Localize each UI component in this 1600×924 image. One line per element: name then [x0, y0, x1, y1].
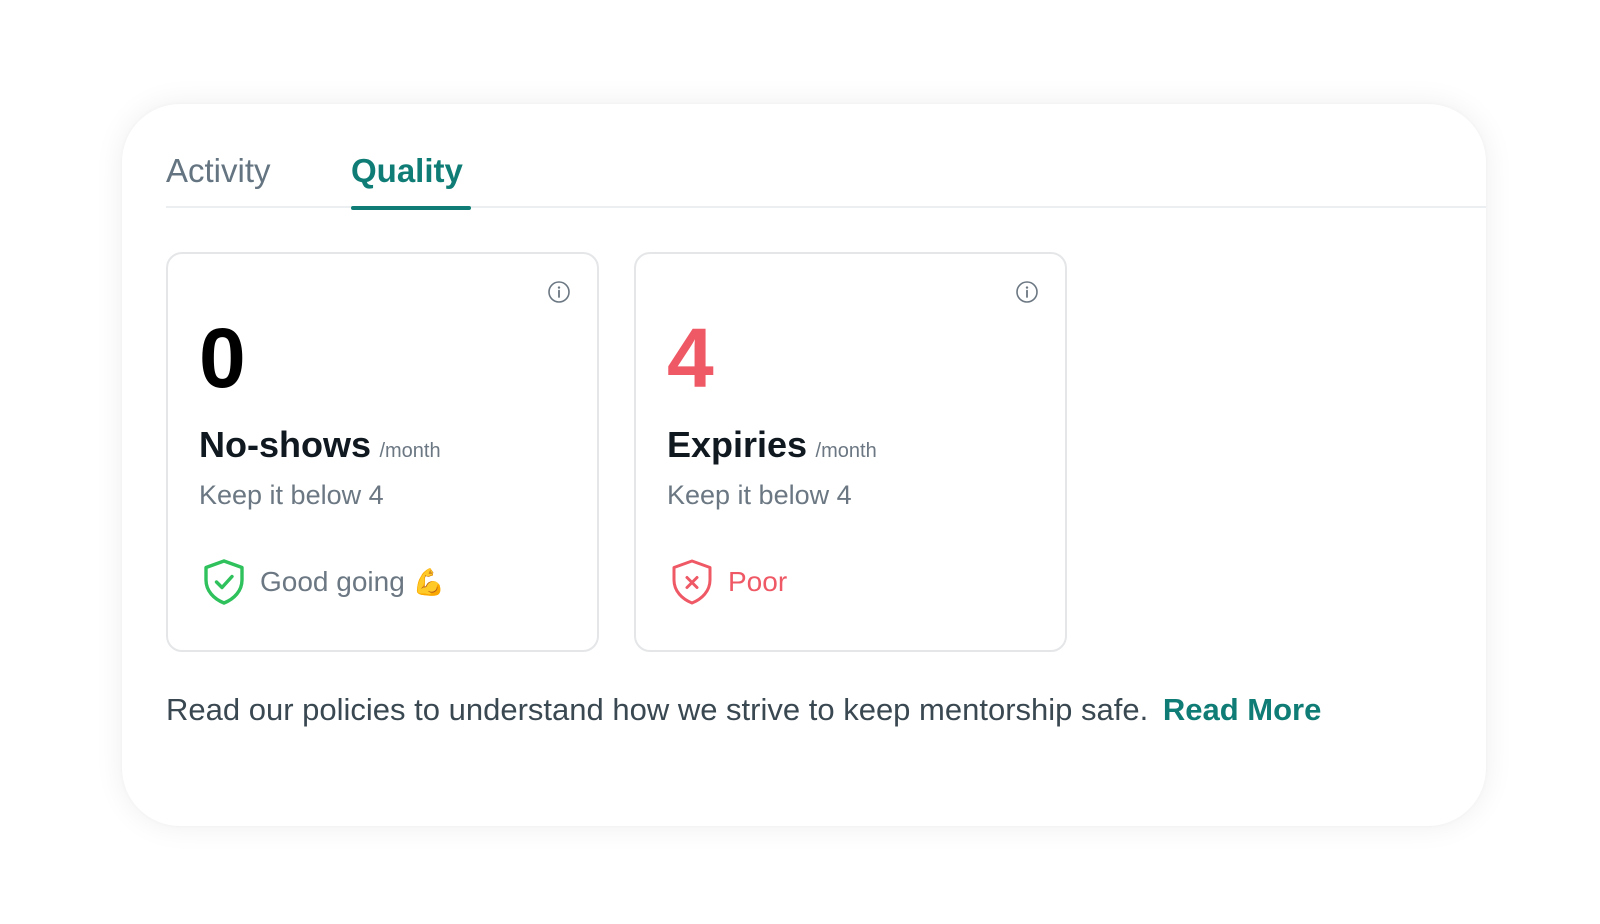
tab-quality[interactable]: Quality: [351, 148, 471, 210]
expiries-card: 4 Expiries /month Keep it below 4 Poor: [634, 252, 1067, 652]
policy-footer: Read our policies to understand how we s…: [166, 692, 1321, 728]
shield-x-icon: [672, 559, 712, 605]
no-shows-status: Good going 💪: [202, 558, 445, 606]
expiries-value: 4: [667, 311, 714, 405]
tab-bar: Activity Quality: [166, 148, 1486, 210]
quality-panel: Activity Quality 0 No-shows /month Keep …: [122, 104, 1486, 826]
expiries-title: Expiries: [667, 424, 808, 465]
expiries-status: Poor: [670, 558, 787, 606]
no-shows-period: /month: [379, 440, 441, 462]
read-more-link[interactable]: Read More: [1163, 692, 1321, 727]
info-icon[interactable]: [547, 280, 571, 304]
expiries-period: /month: [815, 440, 877, 462]
no-shows-card: 0 No-shows /month Keep it below 4 Good g…: [166, 252, 599, 652]
shield-check-icon: [204, 559, 244, 605]
no-shows-title-row: No-shows /month: [199, 424, 441, 466]
no-shows-status-text: Good going: [260, 566, 405, 597]
no-shows-hint: Keep it below 4: [199, 480, 384, 510]
policy-text: Read our policies to understand how we s…: [166, 692, 1149, 727]
no-shows-value: 0: [199, 311, 246, 405]
no-shows-title: No-shows: [199, 424, 372, 465]
flexed-biceps-emoji: 💪: [412, 566, 446, 597]
expiries-status-text: Poor: [728, 566, 788, 597]
expiries-title-row: Expiries /month: [667, 424, 877, 466]
expiries-hint: Keep it below 4: [667, 480, 852, 510]
tab-activity[interactable]: Activity: [166, 148, 271, 208]
info-icon[interactable]: [1015, 280, 1039, 304]
